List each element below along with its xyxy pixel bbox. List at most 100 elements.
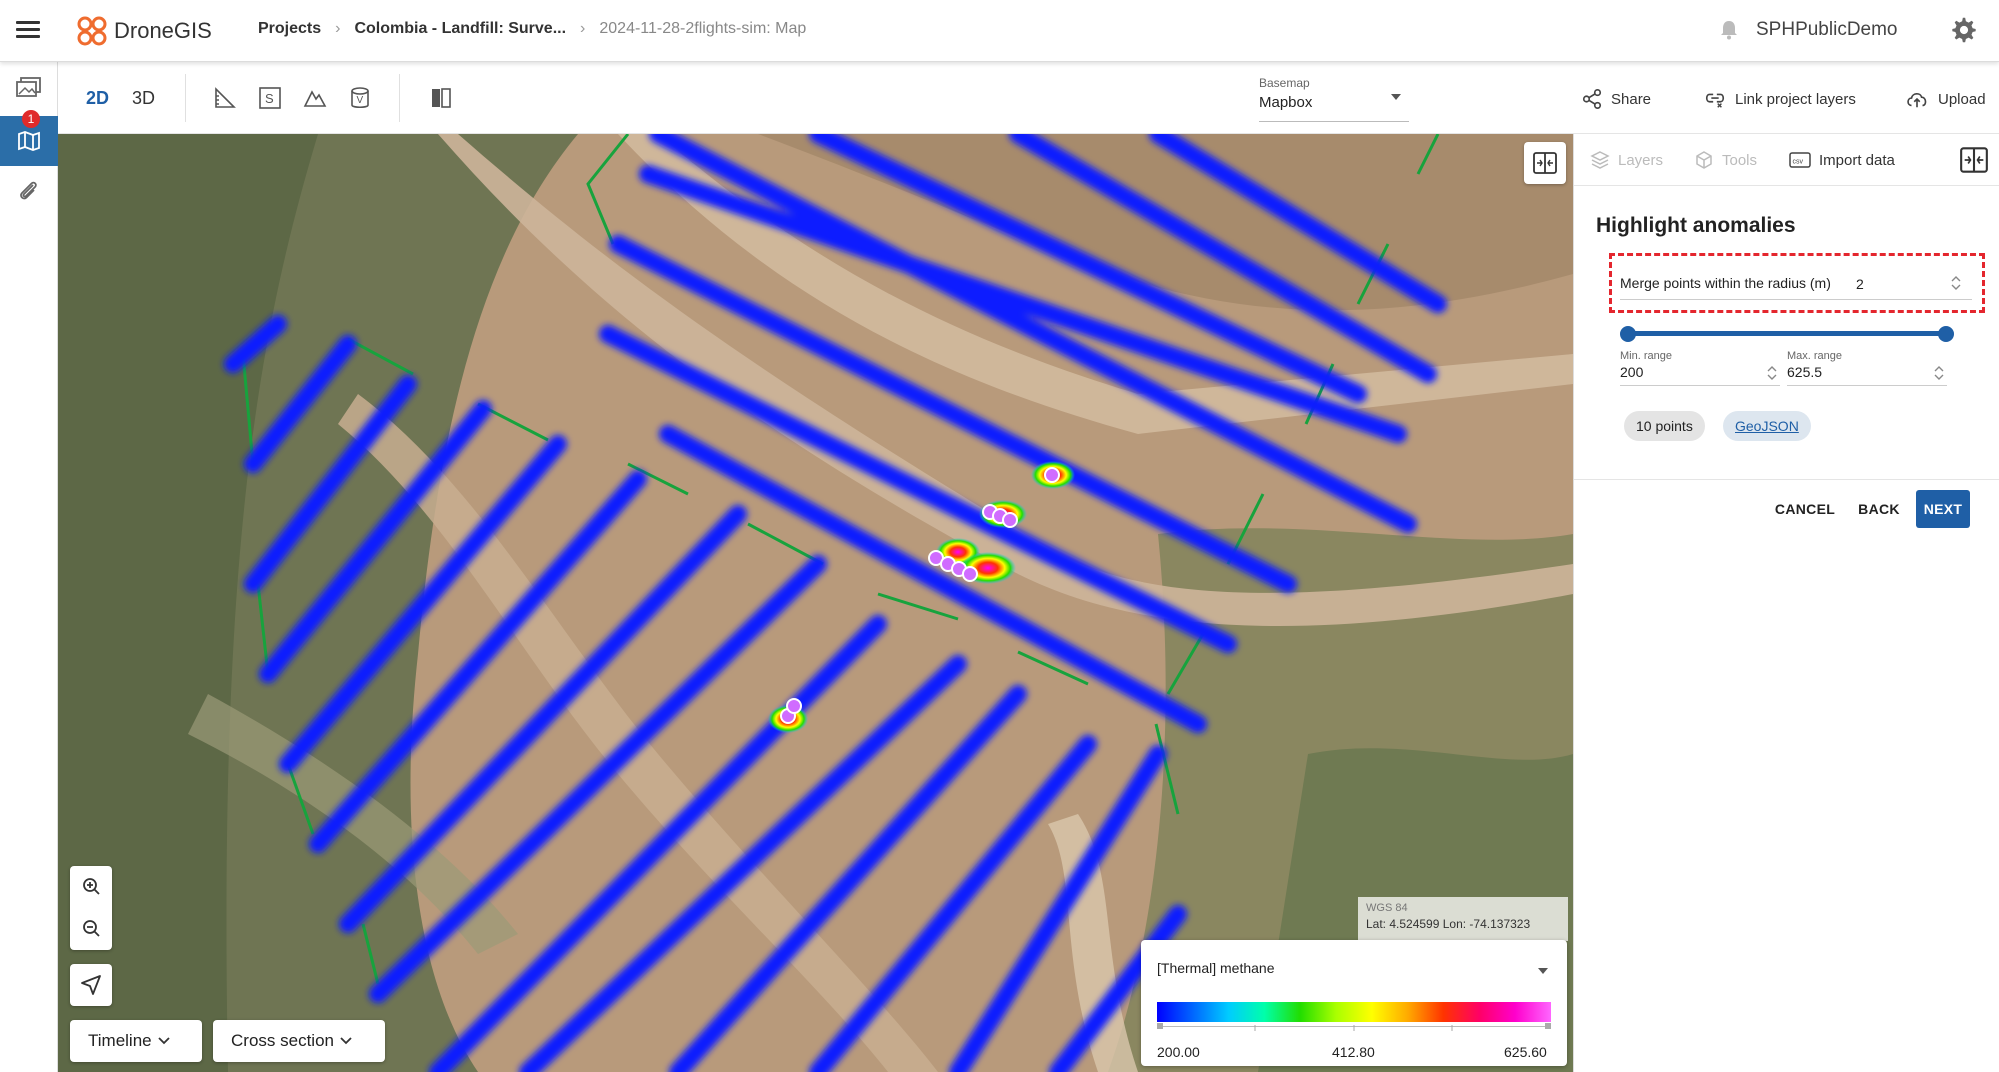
legend-max: 625.60 <box>1504 1044 1547 1060</box>
chevron-down-icon <box>157 1037 170 1045</box>
tab-import-data[interactable]: csv Import data <box>1789 150 1895 170</box>
link-project-layers-button[interactable]: Link project layers <box>1703 88 1856 110</box>
breadcrumb-current: 2024-11-28-2flights-sim: Map <box>599 20 807 37</box>
user-name[interactable]: SPHPublicDemo <box>1756 19 1898 41</box>
panel-title: Highlight anomalies <box>1596 214 1796 237</box>
legend-min: 200.00 <box>1157 1044 1200 1060</box>
tab-tools[interactable]: Tools <box>1694 150 1757 170</box>
merge-radius-input[interactable] <box>1856 272 1936 296</box>
points-count-chip: 10 points <box>1624 411 1705 441</box>
map-split-view-button[interactable] <box>1524 142 1566 184</box>
max-range-field: Max. range <box>1787 350 1947 386</box>
tab-layers[interactable]: Layers <box>1590 150 1663 170</box>
svg-text:V: V <box>357 95 364 106</box>
coordinate-readout: WGS 84 Lat: 4.524599 Lon: -74.137323 <box>1358 897 1568 941</box>
locate-button[interactable] <box>70 964 112 1006</box>
timeline-button[interactable]: Timeline <box>70 1020 202 1062</box>
share-button[interactable]: Share <box>1581 88 1651 110</box>
tab-layers-label: Layers <box>1618 151 1664 169</box>
zoom-in-button[interactable] <box>70 866 112 908</box>
max-range-input[interactable] <box>1787 364 1927 380</box>
anomaly-point[interactable] <box>962 566 978 582</box>
slider-thumb-min[interactable] <box>1620 326 1636 342</box>
navigation-arrow-icon <box>81 975 101 995</box>
basemap-label: Basemap <box>1259 76 1310 90</box>
cross-section-label: Cross section <box>231 1031 334 1050</box>
basemap-value: Mapbox <box>1259 94 1313 111</box>
lat-lon-readout: Lat: 4.524599 Lon: -74.137323 <box>1366 917 1531 931</box>
app-name: DroneGIS <box>114 18 212 43</box>
layers-icon <box>1590 151 1610 169</box>
panel-tabs: Layers Tools csv Import data <box>1574 134 1999 186</box>
panel-divider <box>1574 479 1999 480</box>
zoom-out-icon <box>83 920 100 937</box>
slider-thumb-max[interactable] <box>1937 326 1954 342</box>
gallery-icon <box>16 77 41 97</box>
compare-split-icon[interactable] <box>429 86 453 110</box>
measure-area-icon[interactable]: S <box>258 86 282 110</box>
mode-3d-button[interactable]: 3D <box>132 88 155 109</box>
min-range-label: Min. range <box>1620 350 1672 362</box>
cancel-button[interactable]: CANCEL <box>1770 490 1840 528</box>
link-icon <box>1705 93 1725 108</box>
zoom-out-button[interactable] <box>70 908 112 950</box>
chevron-right-icon: › <box>335 20 341 37</box>
min-range-input[interactable] <box>1620 364 1760 380</box>
attachments-badge: 1 <box>22 110 40 128</box>
slider-fill <box>1628 331 1946 336</box>
geojson-chip[interactable]: GeoJSON <box>1723 411 1811 441</box>
legend-ticks <box>1157 1023 1551 1032</box>
back-button[interactable]: BACK <box>1854 490 1904 528</box>
next-button[interactable]: NEXT <box>1916 490 1970 528</box>
volume-measure-icon[interactable]: V <box>348 86 372 110</box>
map-icon <box>18 131 40 151</box>
split-view-icon <box>1533 152 1557 174</box>
map-toolbar: 2D 3D S V Basemap Mapbox Share Link proj… <box>58 62 1999 134</box>
basemap-select[interactable]: Basemap Mapbox <box>1259 76 1409 122</box>
anomaly-point[interactable] <box>1002 512 1018 528</box>
cube-icon <box>1696 151 1712 169</box>
range-slider[interactable] <box>1620 324 1954 344</box>
tab-import-data-label: Import data <box>1819 151 1895 169</box>
crs-label: WGS 84 <box>1366 902 1408 914</box>
app-logo[interactable]: DroneGIS <box>76 14 212 48</box>
notification-bell-icon[interactable] <box>1717 18 1741 42</box>
toolbar-divider <box>399 74 400 122</box>
settings-gear-icon[interactable] <box>1950 16 1978 44</box>
map-canvas[interactable]: Timeline Cross section WGS 84 Lat: 4.524… <box>58 134 1573 1072</box>
paperclip-icon <box>20 181 37 200</box>
chevron-down-icon <box>340 1037 352 1045</box>
rail-attachments[interactable] <box>0 166 58 216</box>
panel-split-view-icon[interactable] <box>1960 146 1988 174</box>
cloud-upload-icon <box>1907 93 1927 108</box>
map-imagery <box>58 134 1573 1072</box>
mode-2d-button[interactable]: 2D <box>86 88 109 109</box>
cross-section-button[interactable]: Cross section <box>213 1020 385 1062</box>
merge-radius-label: Merge points within the radius (m) <box>1620 274 1831 291</box>
anomaly-point[interactable] <box>786 698 802 714</box>
max-range-label: Max. range <box>1787 350 1843 362</box>
legend-layer-select[interactable]: [Thermal] methane <box>1157 960 1552 986</box>
chevron-right-icon: › <box>580 20 586 37</box>
upload-button[interactable]: Upload <box>1904 88 1986 110</box>
rail-gallery[interactable] <box>0 62 58 112</box>
breadcrumb-project[interactable]: Colombia - Landfill: Surve... <box>354 20 566 38</box>
share-icon <box>1582 89 1602 109</box>
legend-color-ramp <box>1157 1002 1551 1022</box>
menu-icon[interactable] <box>16 18 40 42</box>
caret-down-icon <box>1538 968 1548 974</box>
breadcrumb-projects[interactable]: Projects <box>258 20 321 38</box>
legend-mid: 412.80 <box>1332 1044 1375 1060</box>
stepper-icon[interactable] <box>1950 274 1962 292</box>
svg-text:S: S <box>265 91 274 106</box>
csv-icon: csv <box>1789 152 1811 168</box>
anomaly-point[interactable] <box>1044 467 1060 483</box>
stepper-icon[interactable] <box>1933 364 1945 382</box>
color-legend: [Thermal] methane 200.00 412.80 625.60 <box>1141 940 1567 1066</box>
stepper-icon[interactable] <box>1766 364 1778 382</box>
zoom-in-icon <box>83 878 100 895</box>
elevation-profile-icon[interactable] <box>303 86 327 110</box>
share-label: Share <box>1611 90 1652 108</box>
measure-distance-icon[interactable] <box>213 86 237 110</box>
link-layers-label: Link project layers <box>1735 90 1856 108</box>
